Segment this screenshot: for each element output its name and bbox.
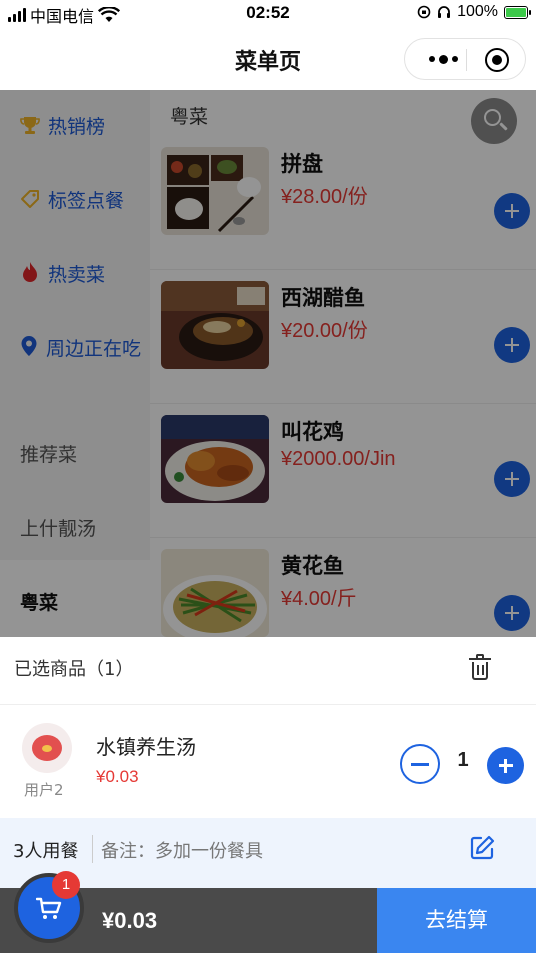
cart-total: ¥0.03: [102, 908, 158, 933]
rotation-lock-icon: [417, 5, 431, 19]
shopping-cart-icon: [36, 897, 62, 919]
trash-icon[interactable]: [468, 653, 494, 683]
modal-backdrop[interactable]: [0, 90, 536, 637]
decrease-quantity-button[interactable]: [400, 744, 440, 784]
cart-panel: 已选商品（1） 用户2 水镇养生汤 ¥0.03 1 3人用餐 备注：多加一份餐具: [0, 637, 536, 888]
edit-icon[interactable]: [468, 834, 496, 862]
battery-icon: [504, 5, 531, 19]
close-miniprogram-icon[interactable]: [485, 48, 509, 72]
cart-count-badge: 1: [52, 871, 80, 899]
more-options-icon[interactable]: [421, 39, 465, 79]
status-bar: 中国电信 02:52 100%: [0, 0, 536, 28]
checkout-button[interactable]: 去结算: [377, 888, 536, 953]
miniprogram-capsule: [404, 38, 526, 80]
nav-bar: 菜单页: [0, 28, 536, 90]
increase-quantity-button[interactable]: [487, 747, 524, 784]
cart-item-name: 水镇养生汤: [96, 735, 196, 759]
plus-icon: [487, 747, 524, 784]
cart-item: 用户2 水镇养生汤 ¥0.03 1: [0, 705, 536, 817]
selected-items-title: 已选商品（1）: [14, 659, 134, 680]
remark-divider: [92, 835, 93, 863]
avatar: [22, 723, 72, 773]
battery-percent: 100%: [457, 3, 498, 20]
cart-item-price: ¥0.03: [96, 767, 139, 786]
remark-bar[interactable]: 3人用餐 备注：多加一份餐具: [0, 818, 536, 888]
diner-count: 3人用餐: [13, 841, 79, 862]
cart-item-user: 用户2: [24, 781, 64, 799]
status-right: 100%: [417, 3, 531, 21]
cart-panel-header: 已选商品（1）: [0, 637, 536, 705]
remark-text: 备注：多加一份餐具: [101, 841, 263, 862]
cart-item-quantity: 1: [457, 749, 469, 771]
capsule-divider: [466, 49, 467, 71]
headphones-icon: [438, 6, 451, 18]
